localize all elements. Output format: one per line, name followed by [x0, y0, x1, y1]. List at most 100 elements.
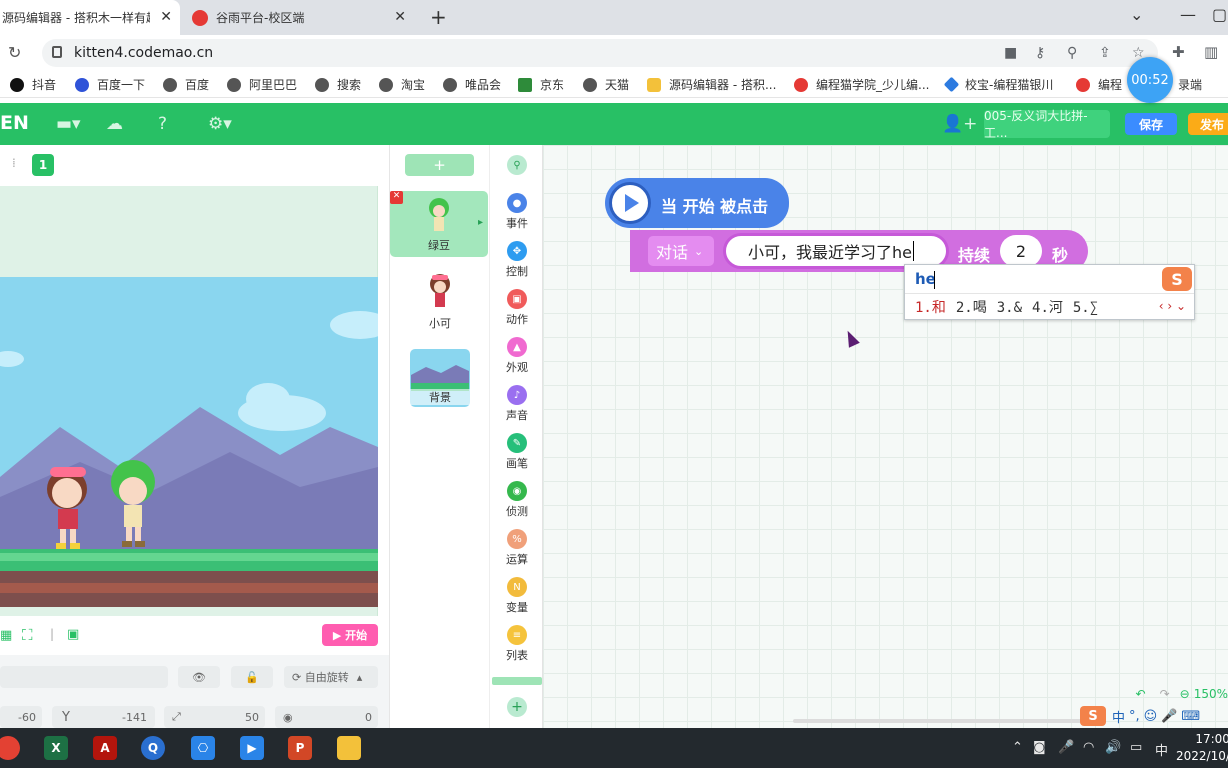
browser-tab-active[interactable]: 源码编辑器 - 搭积木一样有趣 ✕	[0, 0, 180, 35]
undo-icon[interactable]: ↶	[1136, 687, 1146, 701]
punctuation-icon[interactable]: °,	[1129, 709, 1140, 724]
minimize-icon[interactable]: —	[1180, 5, 1196, 24]
ime-candidate[interactable]: 3.&	[997, 300, 1022, 316]
bookmark-jd[interactable]: 京东	[518, 76, 564, 93]
bookmark-codemao-academy[interactable]: 编程猫学院_少儿编...	[794, 76, 929, 93]
share-icon[interactable]: ⇪	[1099, 45, 1111, 61]
category-sensing[interactable]: ◉ 侦测	[490, 481, 544, 519]
cloud-icon[interactable]: ☁	[106, 114, 123, 134]
lock-toggle-icon[interactable]: 🔓	[231, 666, 273, 688]
start-button[interactable]: ▶ 开始	[322, 624, 378, 646]
settings-gear-icon[interactable]: ⚙▾	[208, 114, 232, 134]
small-stage-icon[interactable]: ▣	[67, 627, 79, 642]
help-icon[interactable]: ?	[158, 114, 167, 134]
x-position-input[interactable]: -60	[0, 706, 42, 728]
ime-candidate[interactable]: 5.∑	[1073, 300, 1098, 316]
reload-icon[interactable]: ↻	[8, 43, 21, 62]
ime-candidate[interactable]: 4.河	[1032, 300, 1063, 316]
battery-icon[interactable]: ▭	[1130, 740, 1142, 755]
save-button[interactable]: 保存	[1125, 113, 1177, 135]
visibility-eye-icon[interactable]: 👁	[178, 666, 220, 688]
bookmark-codemao-editor[interactable]: 源码编辑器 - 搭积...	[647, 76, 776, 93]
direction-input[interactable]: ◉ 0	[275, 706, 378, 728]
microphone-icon[interactable]: 🎤	[1161, 709, 1177, 724]
duration-input[interactable]: 2	[1000, 235, 1042, 267]
category-control[interactable]: ✥ 控制	[490, 241, 544, 279]
bookmark-baidu-search[interactable]: 百度一下	[75, 76, 145, 93]
search-blocks-button[interactable]: ⚲	[490, 155, 544, 177]
ime-candidate[interactable]: 1.和	[915, 300, 946, 316]
redo-icon[interactable]: ↷	[1160, 687, 1170, 701]
category-pen[interactable]: ✎ 画笔	[490, 433, 544, 471]
bookmark-luduan[interactable]: 录端	[1178, 76, 1202, 93]
maximize-icon[interactable]: ▢	[1212, 5, 1227, 24]
new-tab-icon[interactable]: +	[430, 5, 447, 29]
folder-icon[interactable]: ▬▾	[56, 114, 81, 134]
category-lists[interactable]: ≡ 列表	[490, 625, 544, 663]
bookmark-douyin[interactable]: 抖音	[10, 76, 56, 93]
add-sprite-button[interactable]: +	[405, 154, 474, 176]
chrome-taskbar-icon[interactable]	[0, 736, 20, 760]
camera-icon[interactable]: ■	[1004, 45, 1017, 61]
scene-number-badge[interactable]: 1	[32, 154, 54, 176]
language-indicator[interactable]: 中	[1155, 740, 1168, 759]
sprite-card-lvdou[interactable]: ✕ 绿豆 ▸	[390, 191, 488, 257]
code-workspace[interactable]: 当 开始 被点击 对话 ⌄ 小可，我最近学习了he 持续 2 秒 he S 1.和…	[543, 145, 1228, 728]
sogou-logo-icon[interactable]: S	[1080, 706, 1106, 726]
category-scroll-indicator[interactable]	[492, 677, 542, 685]
grid-icon[interactable]: ▦	[0, 628, 12, 643]
background-card[interactable]: 背景	[410, 349, 470, 407]
rotation-mode-select[interactable]: ⟳ 自由旋转 ▴	[284, 666, 378, 688]
video-taskbar-icon[interactable]: ▶	[240, 736, 264, 760]
app-taskbar-icon[interactable]: ⎔	[191, 736, 215, 760]
folder-taskbar-icon[interactable]	[337, 736, 361, 760]
search-taskbar-icon[interactable]: Q	[141, 736, 165, 760]
bookmark-vip[interactable]: 唯品会	[443, 76, 501, 93]
chevron-down-icon[interactable]: ⌄	[1130, 5, 1143, 24]
sprite-name-input[interactable]	[0, 666, 168, 688]
category-event[interactable]: ● 事件	[490, 193, 544, 231]
y-position-input[interactable]: Y -141	[52, 706, 155, 728]
when-start-clicked-block[interactable]: 当 开始 被点击	[605, 178, 789, 228]
acrobat-taskbar-icon[interactable]: A	[93, 736, 117, 760]
excel-taskbar-icon[interactable]: X	[44, 736, 68, 760]
stage-canvas[interactable]	[0, 277, 378, 607]
bookmark-taobao[interactable]: 淘宝	[379, 76, 425, 93]
size-input[interactable]: ⤢ 50	[164, 706, 265, 728]
wifi-icon[interactable]: ◠	[1083, 740, 1094, 755]
system-clock[interactable]: 17:00 2022/10/	[1176, 731, 1228, 765]
category-operators[interactable]: % 运算	[490, 529, 544, 567]
delete-sprite-icon[interactable]: ✕	[390, 191, 403, 204]
bookmark-baidu[interactable]: 百度	[163, 76, 209, 93]
project-name-input[interactable]: 005-反义词大比拼-工...	[984, 109, 1110, 140]
browser-tab-inactive[interactable]: 谷雨平台-校区端 ✕	[184, 0, 414, 35]
fullscreen-icon[interactable]: ⛶	[22, 626, 33, 644]
url-input[interactable]: kitten4.codemao.cn ■ ⚷ ⚲ ⇪ ☆	[42, 39, 1158, 67]
keyboard-icon[interactable]: ⌨	[1181, 709, 1200, 724]
ime-mode-label[interactable]: 中	[1112, 707, 1125, 726]
powerpoint-taskbar-icon[interactable]: P	[288, 736, 312, 760]
bookmark-biancheng[interactable]: 编程	[1076, 76, 1122, 93]
category-looks[interactable]: ▲ 外观	[490, 337, 544, 375]
say-mode-dropdown[interactable]: 对话 ⌄	[648, 236, 714, 266]
chevron-up-icon[interactable]: ⌃	[1012, 740, 1023, 755]
zoom-icon[interactable]: ⚲	[1067, 45, 1077, 61]
bookmark-xiaobao[interactable]: 校宝-编程猫银川	[943, 76, 1053, 93]
key-icon[interactable]: ⚷	[1035, 45, 1045, 61]
network-app-icon[interactable]: ◙	[1033, 740, 1046, 755]
publish-button[interactable]: 发布	[1188, 113, 1228, 135]
add-extension-button[interactable]: +	[490, 697, 544, 719]
extensions-icon[interactable]: ✚	[1172, 43, 1185, 61]
category-variables[interactable]: N 变量	[490, 577, 544, 615]
ime-page-arrows-icon[interactable]: ‹ › ⌄	[1159, 299, 1186, 313]
add-collaborator-icon[interactable]: 👤+	[942, 114, 977, 134]
close-icon[interactable]: ✕	[394, 9, 406, 25]
category-motion[interactable]: ▣ 动作	[490, 289, 544, 327]
emoji-icon[interactable]: ☺	[1144, 709, 1158, 724]
horizontal-scrollbar[interactable]	[793, 719, 1093, 723]
ime-candidate[interactable]: 2.喝	[956, 300, 987, 316]
bookmark-alibaba[interactable]: 阿里巴巴	[227, 76, 297, 93]
zoom-out-icon[interactable]: ⊖	[1180, 687, 1190, 701]
volume-icon[interactable]: 🔊	[1105, 740, 1121, 755]
close-icon[interactable]: ✕	[160, 9, 172, 25]
